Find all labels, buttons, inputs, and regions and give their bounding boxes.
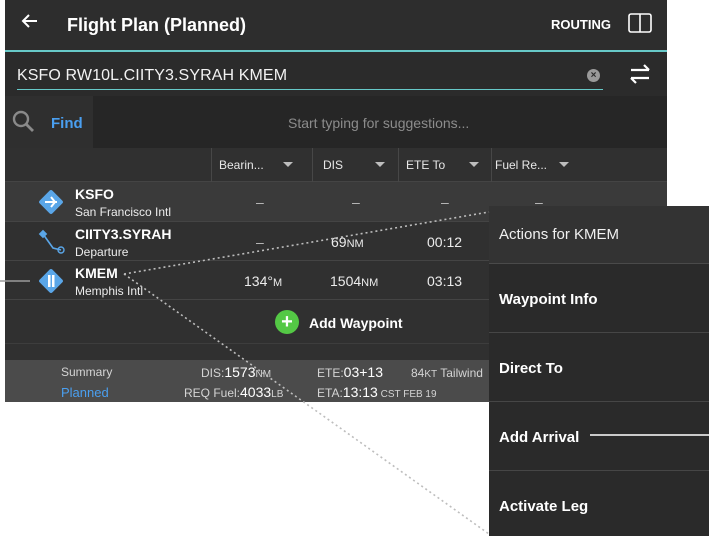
app-header: Flight Plan (Planned) ROUTING bbox=[5, 0, 667, 50]
summary-ete-label: ETE: bbox=[317, 366, 344, 380]
ete-value: 03:13 bbox=[427, 273, 463, 289]
chevron-down-icon bbox=[469, 162, 479, 167]
clear-circle-icon[interactable]: × bbox=[587, 69, 600, 82]
summary-distance-label: DIS: bbox=[201, 366, 225, 380]
summary-fuel-label: REQ Fuel: bbox=[184, 386, 241, 400]
actions-panel: Actions for KMEM Waypoint Info Direct To… bbox=[489, 206, 709, 536]
summary-ete: ETE:03+13 bbox=[317, 364, 383, 380]
direct-to-button[interactable]: Direct To bbox=[489, 334, 709, 402]
column-dis[interactable]: DIS bbox=[323, 158, 343, 172]
column-separator bbox=[398, 148, 399, 182]
distance-unit: NM bbox=[361, 277, 379, 289]
swap-icon[interactable] bbox=[625, 62, 655, 86]
summary-ete-value: 03+13 bbox=[343, 364, 383, 380]
summary-fuel: REQ Fuel:4033LB bbox=[184, 384, 283, 400]
routing-button[interactable]: ROUTING bbox=[551, 17, 611, 32]
ete-value: 00:12 bbox=[427, 234, 463, 250]
summary-distance-value: 1573 bbox=[224, 364, 256, 380]
activate-leg-button[interactable]: Activate Leg bbox=[489, 472, 709, 536]
summary-distance: DIS:1573NM bbox=[201, 364, 271, 380]
plus-icon: + bbox=[275, 310, 299, 334]
summary-wind-label: Tailwind bbox=[437, 366, 483, 380]
distance-cell: 69NM bbox=[331, 234, 364, 250]
summary-eta-suffix: CST FEB 19 bbox=[377, 389, 437, 400]
waypoint-id: CIITY3.SYRAH bbox=[75, 226, 172, 242]
route-bar: KSFO RW10L.CIITY3.SYRAH KMEM × bbox=[5, 52, 667, 96]
suggestion-input[interactable]: Start typing for suggestions... bbox=[288, 115, 469, 131]
summary-label: Summary bbox=[61, 365, 113, 379]
distance-cell: 1504NM bbox=[330, 273, 378, 289]
airport-icon bbox=[37, 188, 65, 216]
route-input-underline bbox=[17, 89, 603, 90]
summary-eta-value: 13:13 bbox=[342, 384, 378, 400]
column-separator bbox=[312, 148, 313, 182]
add-waypoint-button[interactable]: Add Waypoint bbox=[309, 315, 403, 331]
column-separator bbox=[491, 148, 492, 182]
column-separator bbox=[211, 148, 212, 182]
summary-wind: 84KT Tailwind bbox=[411, 366, 483, 380]
find-label: Find bbox=[51, 115, 83, 132]
distance-value: 69 bbox=[331, 234, 347, 250]
summary-fuel-value: 4033 bbox=[240, 384, 272, 400]
actions-title: Actions for KMEM bbox=[499, 226, 620, 243]
distance-unit: NM bbox=[346, 238, 364, 250]
route-input[interactable]: KSFO RW10L.CIITY3.SYRAH KMEM bbox=[17, 67, 287, 85]
departure-procedure-icon bbox=[37, 228, 65, 256]
arrow-left-icon[interactable] bbox=[19, 10, 45, 36]
action-label: Activate Leg bbox=[499, 498, 589, 515]
summary-status[interactable]: Planned bbox=[61, 385, 109, 400]
summary-eta: ETA:13:13 CST FEB 19 bbox=[317, 384, 437, 400]
action-label: Waypoint Info bbox=[499, 291, 598, 308]
page-title: Flight Plan (Planned) bbox=[67, 15, 246, 35]
chevron-down-icon bbox=[375, 162, 385, 167]
column-ete[interactable]: ETE To bbox=[406, 158, 445, 172]
summary-wind-value: 84 bbox=[411, 366, 425, 380]
waypoint-info-button[interactable]: Waypoint Info bbox=[489, 265, 709, 333]
ete-value: – bbox=[441, 194, 449, 210]
bearing-value: – bbox=[256, 234, 264, 250]
distance-value: – bbox=[352, 194, 360, 210]
summary-distance-unit: NM bbox=[255, 369, 272, 380]
summary-eta-label: ETA: bbox=[317, 386, 343, 400]
waypoint-name: Departure bbox=[75, 245, 129, 259]
summary-wind-unit: KT bbox=[424, 369, 438, 380]
book-icon[interactable] bbox=[627, 12, 653, 34]
waypoint-id: KSFO bbox=[75, 186, 114, 202]
bearing-cell: 134°M bbox=[244, 273, 282, 289]
summary-fuel-unit: LB bbox=[271, 389, 284, 400]
column-fuel[interactable]: Fuel Re... bbox=[495, 158, 547, 172]
waypoint-name: San Francisco Intl bbox=[75, 205, 172, 219]
search-icon bbox=[11, 109, 35, 133]
add-arrival-button[interactable]: Add Arrival bbox=[489, 403, 709, 471]
bearing-unit: M bbox=[272, 277, 283, 289]
chevron-down-icon bbox=[283, 162, 293, 167]
actions-header: Actions for KMEM bbox=[489, 206, 709, 264]
bearing-value: 134° bbox=[244, 273, 273, 289]
chevron-down-icon bbox=[559, 162, 569, 167]
action-label: Add Arrival bbox=[499, 429, 580, 446]
column-bearing[interactable]: Bearin... bbox=[219, 158, 264, 172]
column-header-row: Bearin... DIS ETE To Fuel Re... bbox=[5, 148, 667, 182]
bearing-value: – bbox=[256, 194, 264, 210]
distance-value: 1504 bbox=[330, 273, 362, 289]
waypoint-name: Memphis Intl bbox=[75, 284, 144, 298]
airport-icon bbox=[37, 267, 65, 295]
find-button[interactable]: Find bbox=[5, 96, 93, 148]
waypoint-id: KMEM bbox=[75, 265, 118, 281]
action-label: Direct To bbox=[499, 360, 563, 377]
find-row: Find Start typing for suggestions... bbox=[5, 96, 667, 148]
